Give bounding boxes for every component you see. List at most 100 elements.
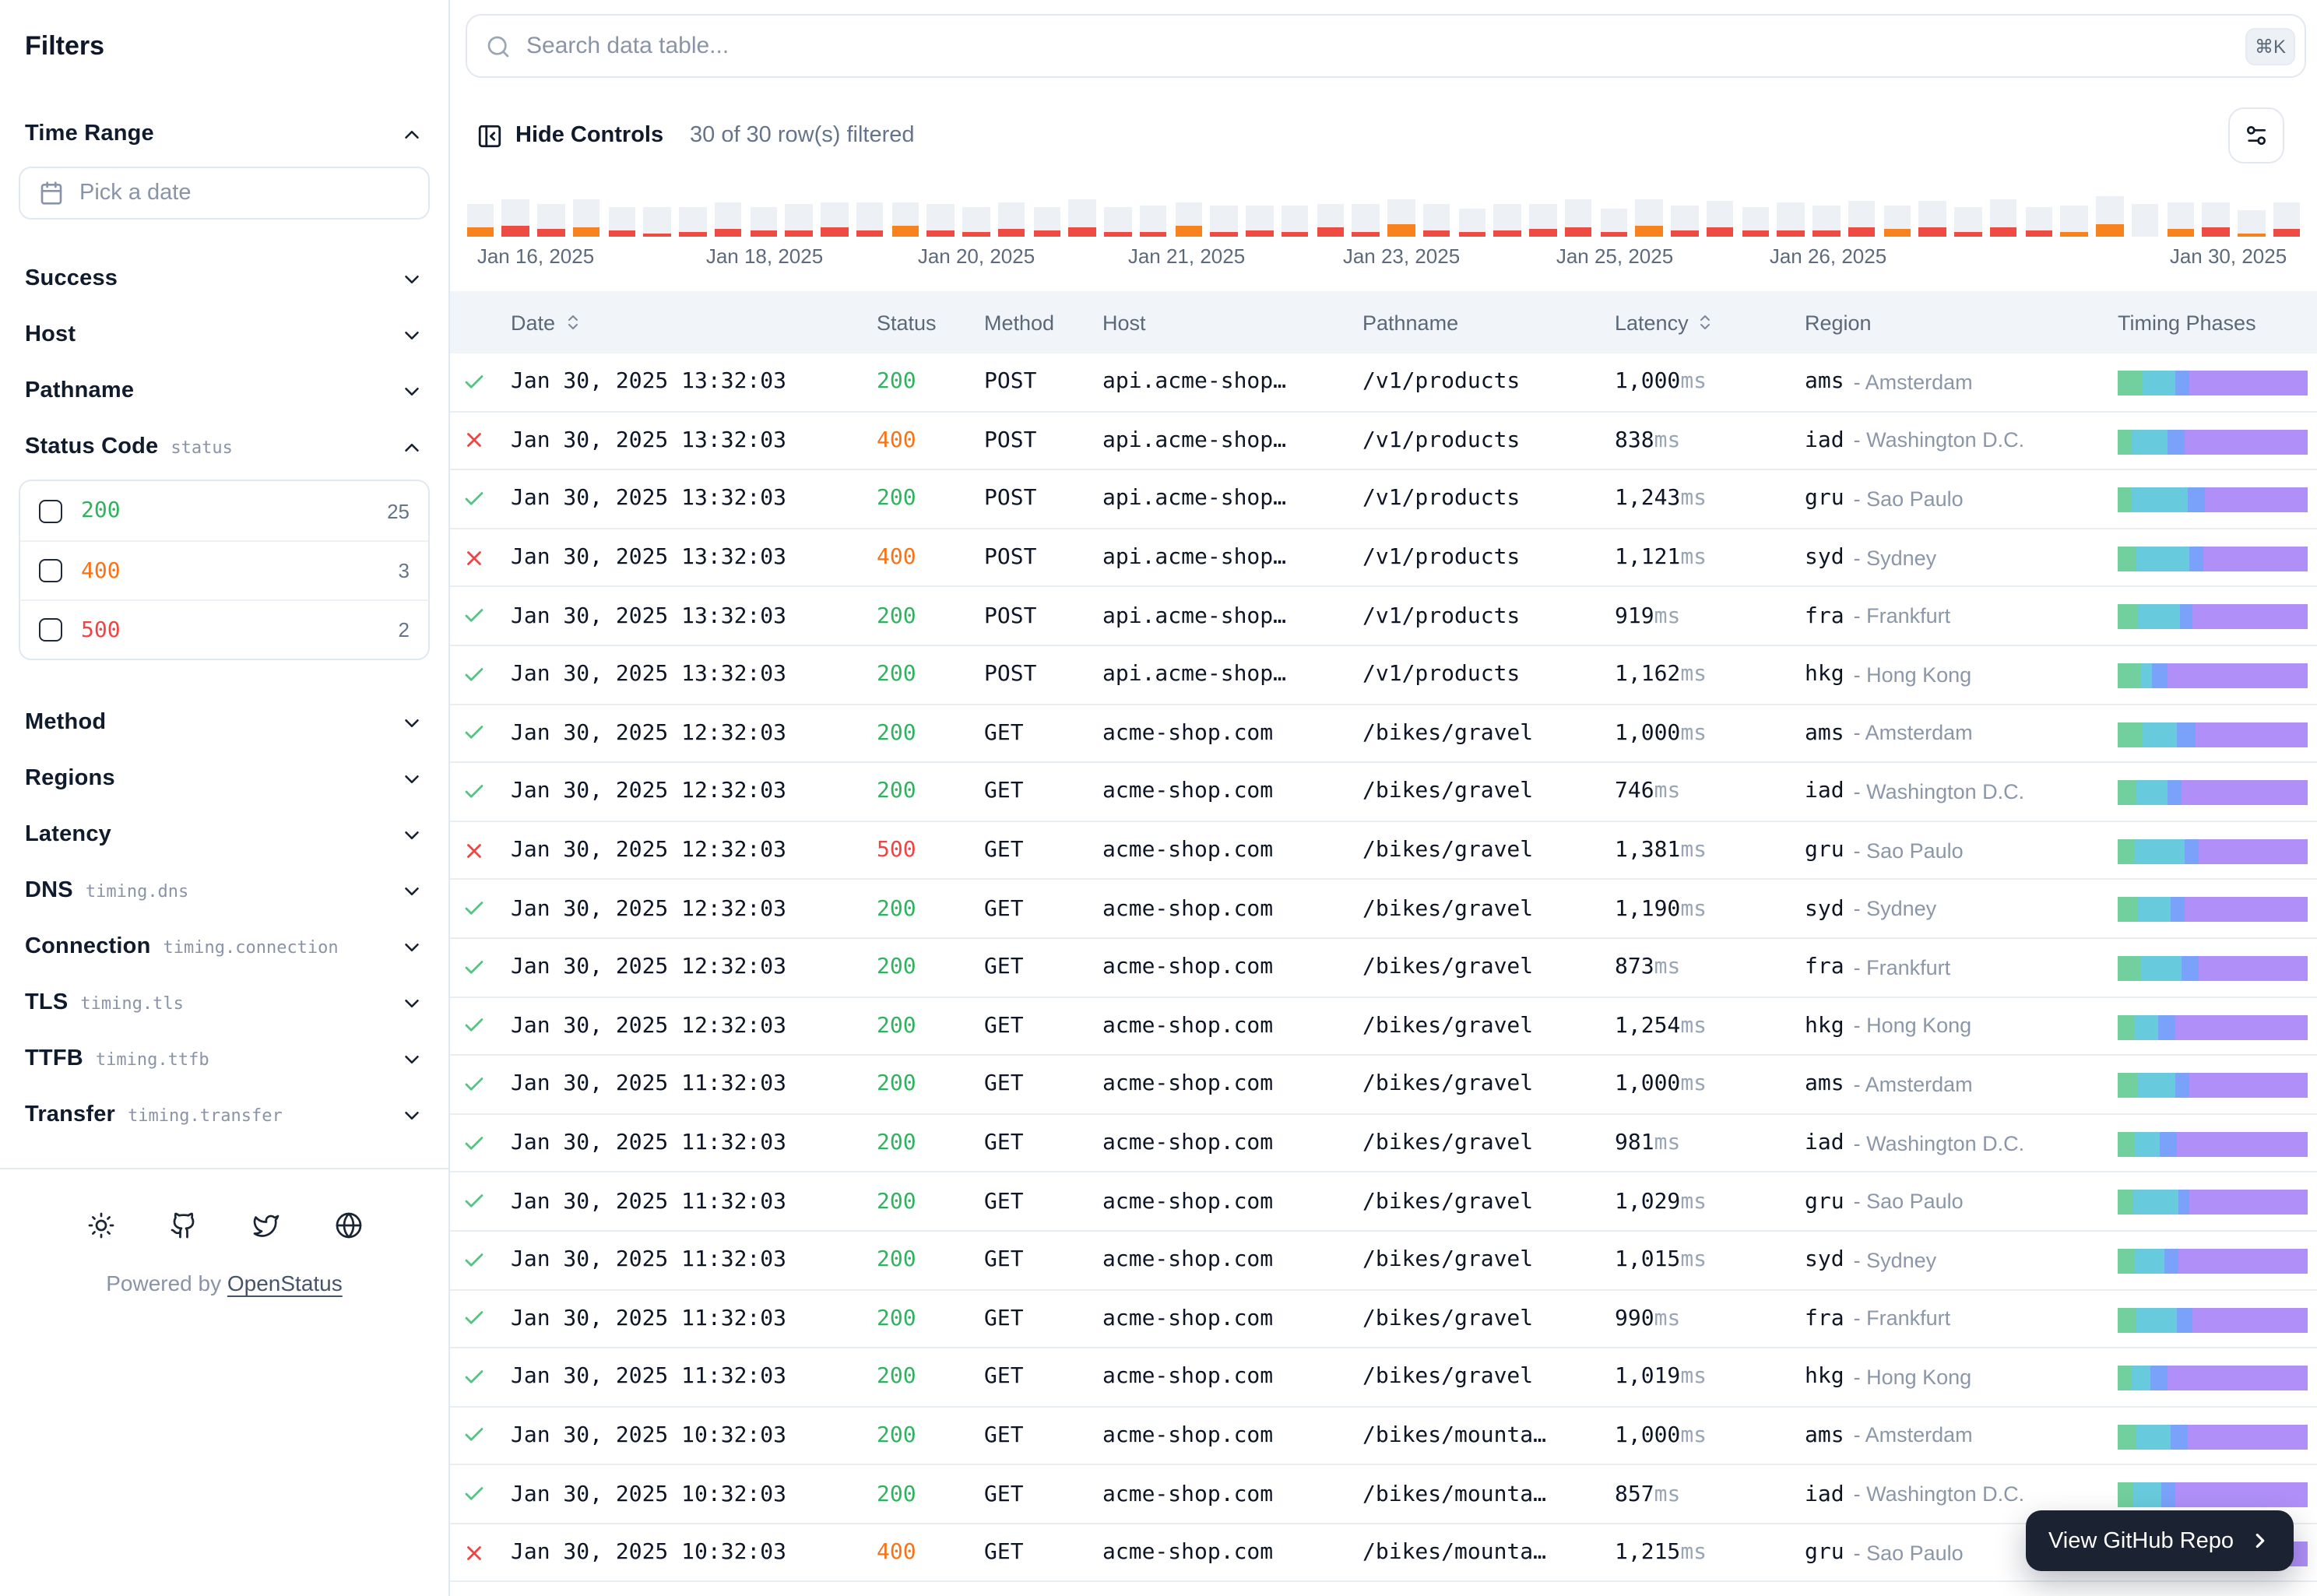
timeline-bar[interactable] bbox=[1636, 199, 1663, 237]
timeline-bar[interactable] bbox=[1742, 207, 1769, 237]
timeline-bar[interactable] bbox=[1140, 206, 1167, 237]
timeline-bar[interactable] bbox=[1069, 199, 1096, 237]
checkbox-200[interactable] bbox=[39, 499, 62, 522]
timeline-bar[interactable] bbox=[750, 207, 777, 237]
table-row[interactable]: Jan 30, 2025 13:32:03400POSTapi.acme-sho… bbox=[450, 529, 2317, 588]
table-row[interactable]: Jan 30, 2025 11:32:03200GETacme-shop.com… bbox=[450, 1232, 2317, 1290]
timeline-bar[interactable] bbox=[466, 204, 494, 237]
search-input[interactable] bbox=[526, 33, 2230, 59]
table-row[interactable]: Jan 30, 2025 11:32:03200GETacme-shop.com… bbox=[450, 1114, 2317, 1172]
table-row[interactable]: Jan 30, 2025 12:32:03200GETacme-shop.com… bbox=[450, 939, 2317, 997]
timeline-bar[interactable] bbox=[2203, 202, 2230, 237]
status-option-200[interactable]: 20025 bbox=[20, 481, 428, 540]
timeline-bar[interactable] bbox=[1990, 199, 2017, 237]
timeline-bar[interactable] bbox=[715, 202, 742, 237]
timeline-bar[interactable] bbox=[1423, 204, 1450, 237]
filter-section-pathname[interactable]: Pathname bbox=[19, 363, 430, 419]
timeline-bar[interactable] bbox=[927, 204, 955, 237]
timeline-bar[interactable] bbox=[1883, 206, 1911, 237]
timeline-bar[interactable] bbox=[1565, 199, 1592, 237]
date-picker-input[interactable]: Pick a date bbox=[19, 167, 430, 220]
checkbox-400[interactable] bbox=[39, 559, 62, 582]
timeline-bar[interactable] bbox=[1671, 206, 1698, 237]
timeline-bar[interactable] bbox=[2061, 206, 2088, 237]
timeline-bar[interactable] bbox=[1282, 206, 1309, 237]
timeline-bar[interactable] bbox=[1175, 202, 1202, 237]
timeline-bar[interactable] bbox=[1352, 204, 1380, 237]
filter-section-transfer[interactable]: Transfertiming.transfer bbox=[19, 1087, 430, 1143]
timeline-bar[interactable] bbox=[1954, 207, 1981, 237]
timeline-bar[interactable] bbox=[856, 202, 884, 237]
table-row[interactable]: Jan 30, 2025 11:32:03200GETacme-shop.com… bbox=[450, 1348, 2317, 1407]
table-row[interactable]: Jan 30, 2025 13:32:03200POSTapi.acme-sho… bbox=[450, 353, 2317, 412]
timeline-bar[interactable] bbox=[679, 207, 706, 237]
timeline-bar[interactable] bbox=[2273, 202, 2301, 237]
timeline-bar[interactable] bbox=[1387, 199, 1415, 237]
timeline-bar[interactable] bbox=[1458, 209, 1485, 237]
column-header-latency[interactable]: Latency bbox=[1615, 291, 1715, 353]
timeline-bar[interactable] bbox=[1600, 209, 1627, 237]
sort-icon[interactable] bbox=[563, 313, 582, 332]
filter-section-time-range[interactable]: Time Range bbox=[19, 106, 430, 162]
timeline-bar[interactable] bbox=[2025, 207, 2052, 237]
timeline-bar[interactable] bbox=[821, 202, 848, 237]
timeline-bar[interactable] bbox=[891, 202, 919, 237]
table-row[interactable]: Jan 30, 2025 12:32:03200GETacme-shop.com… bbox=[450, 997, 2317, 1056]
table-row[interactable]: Jan 30, 2025 11:32:03200GETacme-shop.com… bbox=[450, 1056, 2317, 1114]
twitter-icon[interactable] bbox=[245, 1205, 286, 1246]
filter-section-host[interactable]: Host bbox=[19, 307, 430, 363]
github-icon[interactable] bbox=[163, 1205, 203, 1246]
filter-section-success[interactable]: Success bbox=[19, 251, 430, 307]
timeline-bar[interactable] bbox=[608, 207, 635, 237]
timeline-bar[interactable] bbox=[1707, 201, 1734, 237]
column-header-date[interactable]: Date bbox=[511, 291, 582, 353]
table-row[interactable]: Jan 30, 2025 12:32:03200GETacme-shop.com… bbox=[450, 763, 2317, 821]
timeline-bar[interactable] bbox=[1246, 206, 1273, 237]
timeline-bar[interactable] bbox=[786, 204, 813, 237]
status-option-400[interactable]: 4003 bbox=[20, 540, 428, 599]
filter-section-method[interactable]: Method bbox=[19, 694, 430, 751]
timeline-bar[interactable] bbox=[962, 207, 990, 237]
timeline-bar[interactable] bbox=[1529, 204, 1556, 237]
table-row[interactable]: Jan 30, 2025 13:32:03400POSTapi.acme-sho… bbox=[450, 412, 2317, 470]
filter-section-regions[interactable]: Regions bbox=[19, 751, 430, 807]
table-row[interactable]: Jan 30, 2025 11:32:03200GETacme-shop.com… bbox=[450, 1290, 2317, 1348]
checkbox-500[interactable] bbox=[39, 618, 62, 642]
timeline-bar[interactable] bbox=[1494, 204, 1521, 237]
timeline-bar[interactable] bbox=[1848, 201, 1876, 237]
timeline-bar[interactable] bbox=[2132, 204, 2159, 237]
table-row[interactable]: Jan 30, 2025 12:32:03200GETacme-shop.com… bbox=[450, 705, 2317, 763]
table-row[interactable]: Jan 30, 2025 10:32:03200GETacme-shop.com… bbox=[450, 1407, 2317, 1465]
timeline-bar[interactable] bbox=[644, 207, 671, 237]
filter-section-tls[interactable]: TLStiming.tls bbox=[19, 975, 430, 1031]
filter-section-dns[interactable]: DNStiming.dns bbox=[19, 863, 430, 919]
table-row[interactable]: Jan 30, 2025 13:32:03200POSTapi.acme-sho… bbox=[450, 470, 2317, 529]
view-github-repo-button[interactable]: View GitHub Repo bbox=[2026, 1510, 2294, 1571]
theme-toggle-icon[interactable] bbox=[80, 1205, 121, 1246]
timeline-bar[interactable] bbox=[1211, 206, 1238, 237]
filter-section-ttfb[interactable]: TTFBtiming.ttfb bbox=[19, 1031, 430, 1087]
timeline-bar[interactable] bbox=[1812, 206, 1840, 237]
hide-controls-button[interactable]: Hide Controls bbox=[476, 109, 663, 162]
timeline-bar[interactable] bbox=[502, 199, 529, 237]
table-row[interactable]: Jan 30, 2025 12:32:03500GETacme-shop.com… bbox=[450, 822, 2317, 881]
status-option-500[interactable]: 5002 bbox=[20, 599, 428, 659]
timeline-bar[interactable] bbox=[1777, 202, 1805, 237]
timeline-bar[interactable] bbox=[998, 202, 1025, 237]
table-row[interactable]: Jan 30, 2025 13:32:03200POSTapi.acme-sho… bbox=[450, 646, 2317, 705]
timeline-bar[interactable] bbox=[1104, 207, 1131, 237]
timeline-bar[interactable] bbox=[2238, 210, 2265, 237]
timeline-bar[interactable] bbox=[1317, 204, 1344, 237]
timeline-bar[interactable] bbox=[1919, 201, 1946, 237]
timeline-bar[interactable] bbox=[573, 199, 600, 237]
sort-icon[interactable] bbox=[1696, 313, 1715, 332]
table-row[interactable]: Jan 30, 2025 11:32:03200GETacme-shop.com… bbox=[450, 1173, 2317, 1232]
filter-section-connection[interactable]: Connectiontiming.connection bbox=[19, 919, 430, 975]
table-row[interactable]: Jan 30, 2025 12:32:03200GETacme-shop.com… bbox=[450, 881, 2317, 939]
globe-icon[interactable] bbox=[328, 1205, 368, 1246]
filter-section-status-code[interactable]: Status Codestatus bbox=[19, 419, 430, 475]
openstatus-link[interactable]: OpenStatus bbox=[227, 1271, 343, 1295]
view-options-button[interactable] bbox=[2228, 107, 2284, 163]
search-bar[interactable]: ⌘K bbox=[466, 14, 2306, 78]
timeline-bar[interactable] bbox=[2096, 196, 2123, 237]
